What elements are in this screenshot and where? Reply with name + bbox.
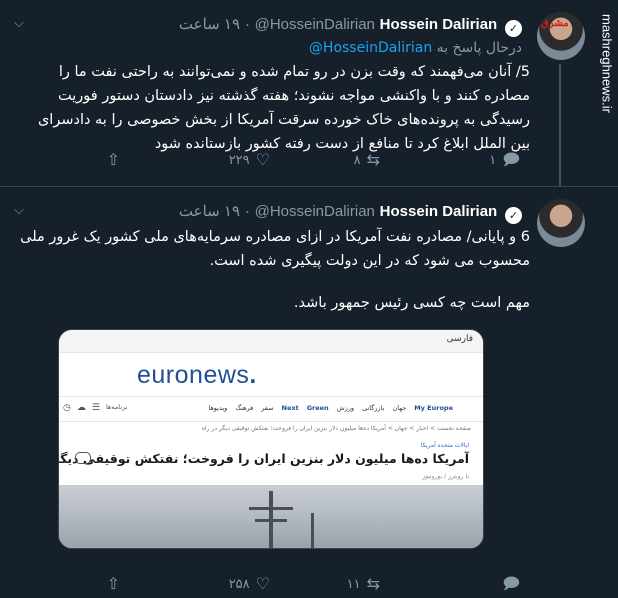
retweet-icon: ⇆	[366, 574, 380, 593]
retweet-count: ۱۱	[346, 576, 361, 592]
article-meta: با رویترز / یورونیوز	[422, 473, 469, 480]
nav-item: بازرگانی	[362, 404, 385, 412]
reply-icon: 🗩	[502, 150, 520, 169]
nav-item: ویدیوها	[208, 404, 228, 412]
chevron-down-icon[interactable]: ⌵	[14, 203, 24, 218]
share-button[interactable]: ⇧	[107, 150, 120, 170]
like-count: ۲۲۹	[228, 152, 250, 168]
nav-item: My Europe	[414, 404, 453, 412]
tweet-paragraph: مهم است چه کسی رئیس جمهور باشد.	[293, 295, 530, 311]
separator-dot: ·	[244, 16, 250, 33]
mashregh-logo: مشرق	[541, 18, 569, 29]
language-selector: فارسی	[446, 334, 473, 344]
retweet-button[interactable]: ۱۱ ⇆	[347, 574, 380, 594]
replying-to-mention[interactable]: @HosseinDalirian	[309, 40, 432, 56]
tweet-text: 6 و پایانی/ مصادره نفت آمریکا در ازای مص…	[20, 225, 530, 315]
share-icon: ⇧	[106, 574, 120, 593]
nav-utility-icons: ◷ ☁ ☰ برنامه‌ها	[63, 403, 128, 413]
tweet-2[interactable]: ⌵ ۱۹ ساعت · @HosseinDalirian Hossein Dal…	[0, 187, 618, 598]
ship-mast	[255, 519, 287, 522]
tweet-paragraph: 6 و پایانی/ مصادره نفت آمریکا در ازای مص…	[20, 229, 530, 269]
like-count: ۲۵۸	[228, 576, 250, 592]
tweet-header: ۱۹ ساعت · @HosseinDalirian Hossein Dalir…	[179, 14, 522, 37]
separator-dot: ·	[244, 203, 250, 220]
article-breadcrumb: صفحه نخست > اخبار > جهان > آمریکا ده‌ها …	[201, 425, 471, 432]
reply-button[interactable]: 🗩	[502, 574, 520, 594]
like-button[interactable]: ۲۲۹ ♡	[229, 150, 270, 170]
tweet-actions: 🗩 ۱۱ ⇆ ۲۵۸ ♡ ⇧	[100, 574, 520, 598]
ship-mast	[311, 513, 314, 548]
nav-menu: My Europe جهان بازرگانی ورزش Green Next …	[208, 404, 453, 412]
watermark: mashreghnews.ir	[599, 13, 615, 113]
tweet-1[interactable]: مشرق ⌵ ۱۹ ساعت · @HosseinDalirian Hossei…	[0, 0, 618, 187]
nav-item: فرهنگ	[235, 404, 254, 412]
article-headline: آمریکا ده‌ها میلیون دلار بنزین ایران را …	[59, 451, 469, 466]
comment-icon	[75, 452, 91, 464]
heart-icon: ♡	[255, 150, 270, 169]
site-top-bar: فارسی	[59, 330, 483, 353]
retweet-icon: ⇆	[366, 150, 380, 169]
replying-to-line: درحال پاسخ به @HosseinDalirian	[309, 40, 522, 56]
article-category: ایالات متحده آمریکا	[420, 442, 469, 449]
avatar[interactable]: مشرق	[537, 12, 585, 60]
nav-item: سفر	[261, 404, 274, 412]
clock-icon: ◷	[63, 403, 71, 413]
nav-item: ورزش	[336, 404, 355, 412]
timestamp[interactable]: ۱۹ ساعت	[179, 203, 240, 220]
site-nav-bar: ◷ ☁ ☰ برنامه‌ها My Europe جهان بازرگانی …	[59, 396, 483, 422]
euronews-logo: euronews.	[137, 361, 257, 389]
avatar[interactable]	[537, 199, 585, 247]
link-preview-card[interactable]: فارسی euronews. ◷ ☁ ☰ برنامه‌ها My Europ…	[58, 329, 484, 549]
share-button[interactable]: ⇧	[107, 574, 120, 594]
tweet-paragraph: 5/ آنان می‌فهمند که وقت بزن در رو تمام ش…	[37, 64, 530, 152]
tweet-actions: ۱ 🗩 ۸ ⇆ ۲۲۹ ♡ ⇧	[100, 150, 520, 174]
heart-icon: ♡	[255, 574, 270, 593]
menu-icon: ☰	[91, 403, 100, 413]
like-button[interactable]: ۲۵۸ ♡	[229, 574, 270, 594]
display-name[interactable]: Hossein Dalirian	[380, 203, 498, 220]
nav-item: جهان	[392, 404, 407, 412]
thread-connector-line	[559, 64, 561, 186]
nav-programs: برنامه‌ها	[105, 403, 128, 411]
share-icon: ⇧	[106, 150, 120, 169]
nav-item: Next	[281, 404, 299, 412]
site-logo-area: euronews.	[59, 353, 483, 397]
retweet-count: ۸	[353, 152, 361, 168]
ship-mast	[249, 507, 293, 510]
reply-count: ۱	[489, 152, 497, 168]
verified-badge-icon: ✓	[505, 207, 522, 224]
timestamp[interactable]: ۱۹ ساعت	[179, 16, 240, 33]
user-handle[interactable]: @HosseinDalirian	[255, 203, 375, 220]
tweet-header: ۱۹ ساعت · @HosseinDalirian Hossein Dalir…	[179, 201, 522, 224]
chevron-down-icon[interactable]: ⌵	[14, 16, 24, 31]
article-photo	[59, 485, 483, 548]
retweet-button[interactable]: ۸ ⇆	[354, 150, 380, 170]
nav-item: Green	[306, 404, 329, 412]
user-handle[interactable]: @HosseinDalirian	[255, 16, 375, 33]
verified-badge-icon: ✓	[505, 20, 522, 37]
tweet-text: 5/ آنان می‌فهمند که وقت بزن در رو تمام ش…	[20, 60, 530, 156]
replying-to-label: درحال پاسخ به	[436, 40, 522, 56]
reply-button[interactable]: ۱ 🗩	[489, 150, 520, 170]
display-name[interactable]: Hossein Dalirian	[380, 16, 498, 33]
weather-icon: ☁	[76, 403, 86, 413]
reply-icon: 🗩	[502, 574, 520, 593]
